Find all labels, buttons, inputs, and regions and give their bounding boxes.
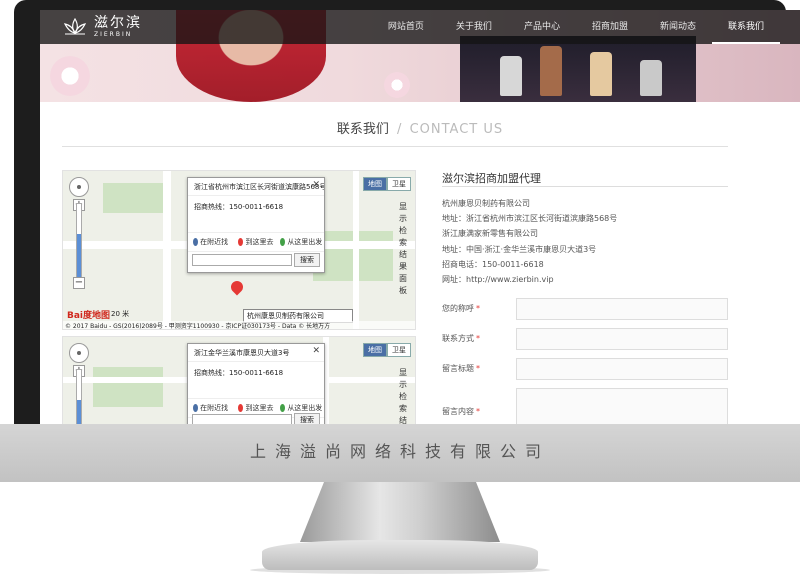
info-tel: 招商热线：150-0011-6618 [194,203,284,211]
nav-item-home[interactable]: 网站首页 [372,10,440,44]
zoom-slider-fill [77,234,81,280]
brand-logo[interactable]: 滋尔滨 ZIERBIN [62,15,142,39]
start-here-link[interactable]: 从这里出发 [279,233,324,251]
divider [62,146,728,147]
go-here-link[interactable]: 到这里去 [233,233,278,251]
monitor-stand-neck [300,482,500,542]
pin-icon [238,404,244,412]
monitor-mockup: 滋尔滨 ZIERBIN 网站首页 关于我们 产品中心 招商加盟 新闻动态 联系我… [0,0,800,580]
zoom-slider[interactable] [76,203,82,281]
nav-item-products[interactable]: 产品中心 [508,10,576,44]
field-label: 留言标题 * [442,364,480,373]
map-type-switch: 地图 卫星 [363,343,411,357]
agent-info-list: 杭州康恩贝制药有限公司 地址：浙江省杭州市滨江区长河街道滨康路568号 浙江康满… [442,196,617,287]
title-separator: / [397,122,402,137]
contact-input[interactable] [516,328,728,350]
search-icon [193,238,199,246]
map-pan-control[interactable] [69,343,89,363]
nav-item-about[interactable]: 关于我们 [440,10,508,44]
nav-item-news[interactable]: 新闻动态 [644,10,712,44]
brand-name-cn: 滋尔滨 [94,15,142,31]
field-label: 留言内容 * [442,407,480,416]
subject-input[interactable] [516,358,728,380]
nav-item-franchise[interactable]: 招商加盟 [576,10,644,44]
name-input[interactable] [516,298,728,320]
map-info-window: 浙江省杭州市滨江区长河街道滨康路568号 ✕ 招商热线：150-0011-661… [187,177,325,273]
agent-website[interactable]: 网址：http://www.zierbin.vip [442,272,617,287]
flower-decoration [384,72,410,98]
baidu-map[interactable]: + 地图 卫星 显示检索结果 浙江金华兰溪市康恩贝大道3号 ✕ 招商热线：150… [62,336,416,424]
close-icon[interactable]: ✕ [312,180,320,190]
map-type-switch: 地图 卫星 [363,177,411,191]
bottle-image [590,52,612,96]
page-title-cn: 联系我们 [336,122,389,137]
show-results-panel-toggle[interactable]: 显示检索结果面板 [397,201,409,297]
map-info-window: 浙江金华兰溪市康恩贝大道3号 ✕ 招商热线：150-0011-6618 在附近找… [187,343,325,424]
location-pin-icon[interactable] [228,278,246,296]
lotus-icon [63,17,87,35]
baidu-logo: Bai度地图 [67,311,111,321]
monitor-stand-base [262,540,538,570]
top-navbar: 滋尔滨 ZIERBIN 网站首页 关于我们 产品中心 招商加盟 新闻动态 联系我… [40,10,800,44]
agent-company-2: 浙江康满家新零售有限公司 [442,229,538,239]
divider [442,186,728,187]
map-road [353,171,359,329]
bottle-image [540,46,562,96]
field-label: 联系方式 * [442,334,480,343]
cosmetics-products-image [460,36,696,102]
info-actions: 在附近找 到这里去 从这里出发 [188,232,324,252]
map-type-map[interactable]: 地图 [363,177,387,191]
show-results-panel-toggle[interactable]: 显示检索结果 [397,367,409,424]
map-type-map[interactable]: 地图 [363,343,387,357]
map-search-input[interactable] [192,414,292,424]
agent-phone: 招商电话：150-0011-6618 [442,259,544,269]
map-type-satellite[interactable]: 卫星 [387,343,411,357]
flower-decoration [50,56,90,96]
map-copyright: © 2017 Baidu - GS(2016)2089号 - 甲测资字11009… [63,321,415,329]
agent-address-1: 地址：浙江省杭州市滨江区长河街道滨康路568号 [442,214,618,224]
zoom-slider[interactable] [76,369,82,424]
zoom-out-button[interactable]: − [73,277,85,289]
website-screen: 滋尔滨 ZIERBIN 网站首页 关于我们 产品中心 招商加盟 新闻动态 联系我… [40,10,800,424]
agent-address-2: 地址：中国·浙江·金华兰溪市康恩贝大道3号 [442,244,597,254]
field-label: 您的称呼 * [442,304,480,313]
main-nav: 网站首页 关于我们 产品中心 招商加盟 新闻动态 联系我们 [372,10,780,44]
baidu-map[interactable]: + − 地图 卫星 显示检索结果面板 浙江省杭州市滨江区长河街道滨康路568号 … [62,170,416,330]
zoom-slider-fill [77,400,81,424]
map-search-button[interactable]: 搜索 [294,413,320,424]
info-tel: 招商热线：150-0011-6618 [194,369,284,377]
brand-name-en: ZIERBIN [94,31,133,38]
map-green-area [93,367,163,407]
map-search-button[interactable]: 搜索 [294,253,320,267]
map-pan-control[interactable] [69,177,89,197]
page-title-en: CONTACT US [409,122,504,137]
info-address: 浙江金华兰溪市康恩贝大道3号 [188,344,324,362]
map-road [163,171,171,329]
map-scale: 20 米 [111,310,130,318]
close-icon[interactable]: ✕ [312,346,320,356]
page-title: 联系我们 / CONTACT US [40,118,800,137]
agent-company-1: 杭州康恩贝制药有限公司 [442,199,530,208]
pin-icon [238,238,244,246]
pin-icon [280,404,286,412]
bottle-image [640,60,662,96]
agent-title: 滋尔滨招商加盟代理 [442,172,541,185]
map-green-area [103,183,163,213]
search-icon [193,404,199,412]
bottle-image [500,56,522,96]
search-nearby-link[interactable]: 在附近找 [188,233,233,251]
message-textarea[interactable] [516,388,728,424]
company-name: 上海溢尚网络科技有限公司 [249,442,550,461]
info-address: 浙江省杭州市滨江区长河街道滨康路568号 [188,178,324,196]
map-type-satellite[interactable]: 卫星 [387,177,411,191]
map-search-input[interactable] [192,254,292,266]
nav-item-contact[interactable]: 联系我们 [711,10,780,44]
pin-icon [280,238,286,246]
